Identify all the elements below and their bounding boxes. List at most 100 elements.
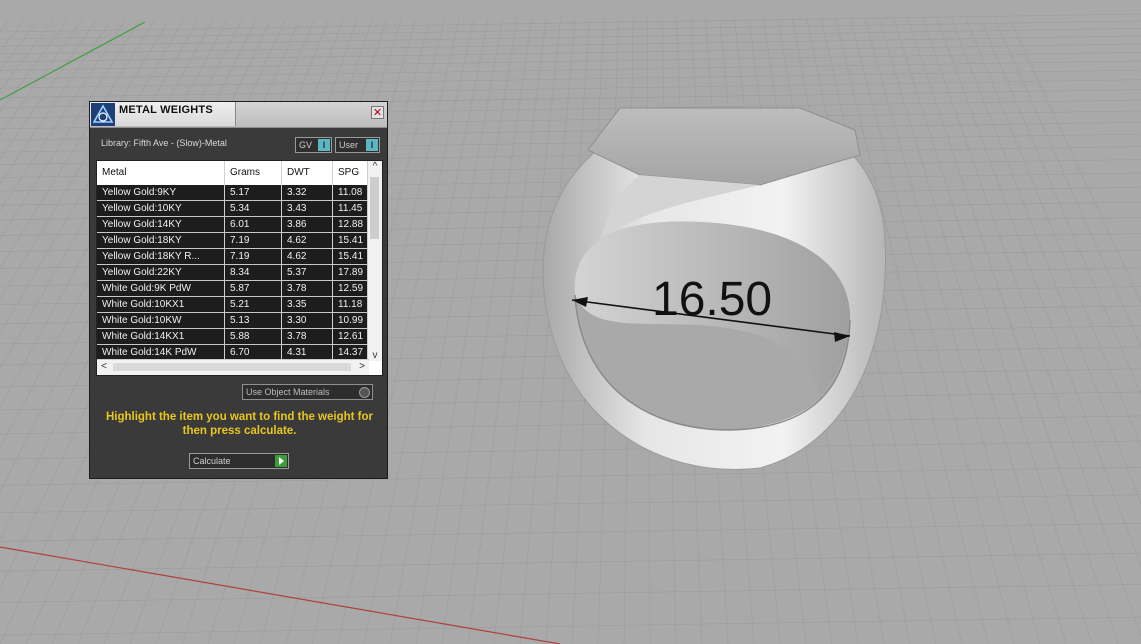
horizontal-scrollbar[interactable]: < > xyxy=(97,359,369,375)
column-header-dwt[interactable]: DWT xyxy=(282,161,333,185)
cell-grams: 5.87 xyxy=(225,281,282,296)
grid-line xyxy=(493,19,561,644)
table-row[interactable]: White Gold:10KW 5.13 3.30 10.99 xyxy=(97,313,373,329)
cell-metal: Yellow Gold:18KY R... xyxy=(97,249,225,264)
grid-line xyxy=(415,19,518,644)
cell-metal: White Gold:9K PdW xyxy=(97,281,225,296)
cell-dwt: 3.30 xyxy=(282,313,333,328)
table-header: Metal Grams DWT SPG xyxy=(97,161,373,186)
cell-grams: 5.88 xyxy=(225,329,282,344)
gv-toggle-label: GV xyxy=(299,140,313,150)
grid-line xyxy=(0,19,68,113)
grid-line xyxy=(908,19,1119,644)
cell-grams: 8.34 xyxy=(225,265,282,280)
use-object-materials-radio-icon xyxy=(359,387,370,398)
table-row[interactable]: Yellow Gold:9KY 5.17 3.32 11.08 xyxy=(97,185,373,201)
table-row[interactable]: White Gold:10KX1 5.21 3.35 11.18 xyxy=(97,297,373,313)
cell-grams: 6.01 xyxy=(225,217,282,232)
table-row[interactable]: Yellow Gold:18KY R... 7.19 4.62 15.41 xyxy=(97,249,373,265)
cell-grams: 5.21 xyxy=(225,297,282,312)
use-object-materials-label: Use Object Materials xyxy=(246,387,330,397)
grid-line xyxy=(467,19,547,644)
calculate-label: Calculate xyxy=(193,456,231,466)
dialog-titlebar[interactable]: METAL WEIGHTS ✕ xyxy=(90,102,387,128)
dialog-title-tab: METAL WEIGHTS xyxy=(90,102,236,126)
cell-metal: White Gold:10KW xyxy=(97,313,225,328)
cell-metal: Yellow Gold:18KY xyxy=(97,233,225,248)
table-row[interactable]: Yellow Gold:10KY 5.34 3.43 11.45 xyxy=(97,201,373,217)
table-body: Yellow Gold:9KY 5.17 3.32 11.08 Yellow Gold:… xyxy=(97,185,373,361)
use-object-materials-checkbox[interactable]: Use Object Materials xyxy=(242,384,373,400)
horizontal-scroll-thumb[interactable] xyxy=(113,363,351,371)
grid-line xyxy=(0,51,1141,71)
metal-weights-dialog: METAL WEIGHTS ✕ Library: Fifth Ave - (Sl… xyxy=(89,101,388,479)
cell-grams: 5.34 xyxy=(225,201,282,216)
cell-dwt: 3.43 xyxy=(282,201,333,216)
cell-metal: White Gold:14K PdW xyxy=(97,345,225,360)
cell-dwt: 3.86 xyxy=(282,217,333,232)
play-arrow-icon xyxy=(275,455,287,467)
grid-line xyxy=(0,28,1141,47)
scroll-up-icon[interactable]: ^ xyxy=(368,161,382,172)
cell-grams: 6.70 xyxy=(225,345,282,360)
grid-line xyxy=(0,19,54,92)
ring-model: 16.50 xyxy=(542,107,887,470)
table-row[interactable]: Yellow Gold:18KY 7.19 4.62 15.41 xyxy=(97,233,373,249)
grid-line xyxy=(995,19,1141,347)
matrix-logo-icon xyxy=(91,103,115,126)
grid-line xyxy=(0,60,1141,80)
cell-dwt: 3.78 xyxy=(282,281,333,296)
user-toggle-label: User xyxy=(339,140,359,150)
table-row[interactable]: Yellow Gold:22KY 8.34 5.37 17.89 xyxy=(97,265,373,281)
scroll-right-icon[interactable]: > xyxy=(355,361,369,372)
dimension-label: 16.50 xyxy=(652,273,772,326)
cell-dwt: 3.78 xyxy=(282,329,333,344)
grid-line xyxy=(0,494,1141,513)
grid-line xyxy=(0,522,1141,542)
grid-line xyxy=(0,13,1141,33)
scroll-down-icon[interactable]: v xyxy=(368,350,382,361)
grid-line xyxy=(0,616,1141,636)
cell-metal: Yellow Gold:14KY xyxy=(97,217,225,232)
cell-dwt: 4.31 xyxy=(282,345,333,360)
cell-metal: White Gold:10KX1 xyxy=(97,297,225,312)
user-toggle[interactable]: User I xyxy=(335,137,380,153)
library-label: Library: Fifth Ave - (Slow)-Metal xyxy=(101,138,227,148)
cell-grams: 7.19 xyxy=(225,249,282,264)
table-row[interactable]: Yellow Gold:14KY 6.01 3.86 12.88 xyxy=(97,217,373,233)
grid-line xyxy=(0,20,1141,40)
cell-metal: Yellow Gold:22KY xyxy=(97,265,225,280)
grid-line xyxy=(0,19,10,33)
column-header-metal[interactable]: Metal xyxy=(97,161,225,185)
cell-dwt: 3.35 xyxy=(282,297,333,312)
grid-line xyxy=(0,35,1141,55)
cell-metal: Yellow Gold:9KY xyxy=(97,185,225,200)
cell-grams: 5.13 xyxy=(225,313,282,328)
cell-metal: Yellow Gold:10KY xyxy=(97,201,225,216)
cell-metal: White Gold:14KX1 xyxy=(97,329,225,344)
table-row[interactable]: White Gold:14KX1 5.88 3.78 12.61 xyxy=(97,329,373,345)
gv-toggle-knob-icon: I xyxy=(318,139,330,151)
cell-dwt: 3.32 xyxy=(282,185,333,200)
cell-grams: 5.17 xyxy=(225,185,282,200)
vertical-scroll-thumb[interactable] xyxy=(370,177,379,239)
scroll-left-icon[interactable]: < xyxy=(97,361,111,372)
table-row[interactable]: White Gold:9K PdW 5.87 3.78 12.59 xyxy=(97,281,373,297)
grid-line xyxy=(441,19,532,644)
gv-toggle[interactable]: GV I xyxy=(295,137,332,153)
grid-line xyxy=(0,43,1141,63)
cell-grams: 7.19 xyxy=(225,233,282,248)
cell-dwt: 4.62 xyxy=(282,233,333,248)
dialog-title: METAL WEIGHTS xyxy=(119,104,213,116)
grid-line xyxy=(0,584,1141,603)
calculate-button[interactable]: Calculate xyxy=(189,453,289,469)
cell-dwt: 4.62 xyxy=(282,249,333,264)
grid-line xyxy=(893,19,1093,644)
vertical-scrollbar[interactable]: ^ v xyxy=(367,161,382,361)
column-header-grams[interactable]: Grams xyxy=(225,161,282,185)
user-toggle-knob-icon: I xyxy=(366,139,378,151)
close-button[interactable]: ✕ xyxy=(371,106,384,119)
grid-line xyxy=(0,79,1141,98)
cell-dwt: 5.37 xyxy=(282,265,333,280)
instruction-text: Highlight the item you want to find the … xyxy=(105,411,374,437)
